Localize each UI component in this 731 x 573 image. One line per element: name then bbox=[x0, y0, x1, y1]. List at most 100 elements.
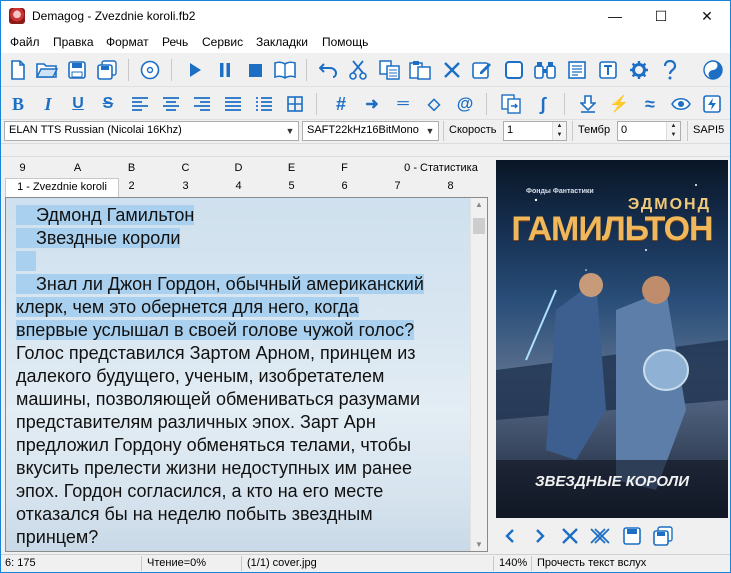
tab-2[interactable]: 2 bbox=[114, 178, 149, 195]
tab-7[interactable]: 7 bbox=[380, 178, 415, 195]
edit-icon[interactable] bbox=[470, 58, 494, 82]
menu-edit[interactable]: Правка bbox=[53, 35, 94, 49]
text-box-icon[interactable] bbox=[565, 58, 589, 82]
tab-4[interactable]: 4 bbox=[221, 178, 256, 195]
document-text-editor[interactable]: Эдмонд Гамильтон Звездные короли Знал ли… bbox=[5, 197, 488, 552]
eye-icon[interactable] bbox=[669, 92, 693, 116]
audio-format-select[interactable]: SAFT22kHz16BitMono ▼ bbox=[302, 121, 439, 141]
text-t-icon[interactable] bbox=[596, 58, 620, 82]
document-text[interactable]: Эдмонд Гамильтон Звездные короли Знал ли… bbox=[16, 204, 468, 549]
speed-stepper[interactable]: 1 ▲ ▼ bbox=[503, 121, 567, 141]
text-line[interactable]: предложил Гордону обменяться телами, что… bbox=[16, 434, 468, 457]
diamond-icon[interactable]: ◇ bbox=[422, 92, 446, 116]
tab-6[interactable]: 6 bbox=[327, 178, 362, 195]
text-line[interactable]: отказался бы на неделю побыть звездным bbox=[16, 503, 468, 526]
maximize-button[interactable]: ☐ bbox=[638, 1, 684, 31]
menu-file[interactable]: Файл bbox=[10, 35, 40, 49]
undo-icon[interactable] bbox=[316, 58, 340, 82]
save-all-images-icon[interactable] bbox=[651, 524, 675, 548]
tab-a[interactable]: A bbox=[60, 160, 95, 177]
spin-arrows-icon[interactable]: ▲ ▼ bbox=[666, 122, 680, 140]
convert-icon[interactable] bbox=[499, 92, 523, 116]
text-line[interactable]: принцем? bbox=[16, 526, 468, 549]
frame-icon[interactable] bbox=[502, 58, 526, 82]
text-line[interactable]: Эдмонд Гамильтон bbox=[16, 204, 468, 227]
paste-icon[interactable] bbox=[408, 58, 432, 82]
menu-bookmarks[interactable]: Закладки bbox=[256, 35, 308, 49]
binoculars-icon[interactable] bbox=[533, 58, 557, 82]
strikethrough-icon[interactable]: S bbox=[96, 92, 120, 116]
open-folder-icon[interactable] bbox=[35, 58, 59, 82]
stop-icon[interactable] bbox=[243, 58, 267, 82]
text-line[interactable]: Голос представился Зартом Арном, принцем… bbox=[16, 342, 468, 365]
text-line[interactable]: машины, позволяющей обмениваться разумам… bbox=[16, 388, 468, 411]
list-icon[interactable] bbox=[252, 92, 276, 116]
at-icon[interactable]: @ bbox=[453, 92, 477, 116]
menu-format[interactable]: Формат bbox=[106, 35, 149, 49]
tab-f[interactable]: F bbox=[327, 160, 362, 177]
align-right-icon[interactable] bbox=[190, 92, 214, 116]
scroll-up-icon[interactable]: ▲ bbox=[475, 200, 483, 209]
text-line[interactable]: эпох. Гордон согласился, а кто на его ме… bbox=[16, 480, 468, 503]
tab-document-active[interactable]: 1 - Zvezdnie koroli bbox=[5, 178, 119, 197]
pause-icon[interactable] bbox=[213, 58, 237, 82]
text-line[interactable]: клерк, чем это обернется для него, когда bbox=[16, 296, 468, 319]
menu-service[interactable]: Сервис bbox=[202, 35, 243, 49]
tab-e[interactable]: E bbox=[274, 160, 309, 177]
download-icon[interactable] bbox=[576, 92, 600, 116]
scroll-down-icon[interactable]: ▼ bbox=[475, 540, 483, 549]
menu-speech[interactable]: Речь bbox=[162, 35, 188, 49]
yin-yang-icon[interactable] bbox=[701, 58, 725, 82]
text-line[interactable]: впервые услышал в своей голове чужой гол… bbox=[16, 319, 468, 342]
align-left-icon[interactable] bbox=[128, 92, 152, 116]
text-line[interactable] bbox=[16, 250, 468, 273]
equals-icon[interactable]: ═ bbox=[391, 92, 415, 116]
voice-select[interactable]: ELAN TTS Russian (Nicolai 16Khz) ▼ bbox=[4, 121, 299, 141]
text-line[interactable]: Знал ли Джон Гордон, обычный американски… bbox=[16, 273, 468, 296]
approx-icon[interactable]: ≈ bbox=[638, 92, 662, 116]
lightning-box-icon[interactable] bbox=[700, 92, 724, 116]
next-icon[interactable] bbox=[528, 524, 552, 548]
cd-icon[interactable] bbox=[138, 58, 162, 82]
lightning-icon[interactable]: ⚡ bbox=[607, 92, 631, 116]
tab-b[interactable]: B bbox=[114, 160, 149, 177]
help-icon[interactable] bbox=[658, 58, 682, 82]
delete-icon[interactable] bbox=[440, 58, 464, 82]
tab-5[interactable]: 5 bbox=[274, 178, 309, 195]
close-all-icon[interactable] bbox=[588, 524, 612, 548]
arrow-right-icon[interactable]: ➜ bbox=[360, 92, 384, 116]
save-all-icon[interactable] bbox=[95, 58, 119, 82]
italic-icon[interactable]: I bbox=[36, 92, 60, 116]
save-icon[interactable] bbox=[65, 58, 89, 82]
close-x-icon[interactable] bbox=[558, 524, 582, 548]
spin-arrows-icon[interactable]: ▲ ▼ bbox=[552, 122, 566, 140]
save-image-icon[interactable] bbox=[620, 524, 644, 548]
vertical-scrollbar[interactable]: ▲ ▼ bbox=[470, 198, 487, 551]
tab-9[interactable]: 9 bbox=[5, 160, 40, 177]
justify-icon[interactable] bbox=[221, 92, 245, 116]
text-line[interactable]: далекого будущего, ученым, изобретателем bbox=[16, 365, 468, 388]
new-file-icon[interactable] bbox=[6, 58, 30, 82]
prev-icon[interactable] bbox=[498, 524, 522, 548]
play-icon[interactable] bbox=[183, 58, 207, 82]
menu-help[interactable]: Помощь bbox=[322, 35, 368, 49]
scrollbar-thumb[interactable] bbox=[473, 218, 485, 234]
text-line[interactable]: вкусить прелести жизни недоступных им ра… bbox=[16, 457, 468, 480]
timbre-stepper[interactable]: 0 ▲ ▼ bbox=[617, 121, 681, 141]
tab-d[interactable]: D bbox=[221, 160, 256, 177]
copy-icon[interactable] bbox=[378, 58, 402, 82]
integral-icon[interactable]: ∫ bbox=[531, 92, 555, 116]
close-button[interactable]: ✕ bbox=[684, 1, 730, 31]
tab-8[interactable]: 8 bbox=[433, 178, 468, 195]
underline-icon[interactable]: U bbox=[66, 92, 90, 116]
tab-statistics[interactable]: 0 - Статистика bbox=[395, 160, 487, 177]
book-icon[interactable] bbox=[273, 58, 297, 82]
cut-icon[interactable] bbox=[346, 58, 370, 82]
hash-icon[interactable]: # bbox=[329, 92, 353, 116]
settings-gear-icon[interactable] bbox=[627, 58, 651, 82]
tab-3[interactable]: 3 bbox=[168, 178, 203, 195]
align-center-icon[interactable] bbox=[159, 92, 183, 116]
bold-icon[interactable]: B bbox=[6, 92, 30, 116]
text-line[interactable]: Звездные короли bbox=[16, 227, 468, 250]
text-line[interactable]: представителям различных эпох. Зарт Арн bbox=[16, 411, 468, 434]
